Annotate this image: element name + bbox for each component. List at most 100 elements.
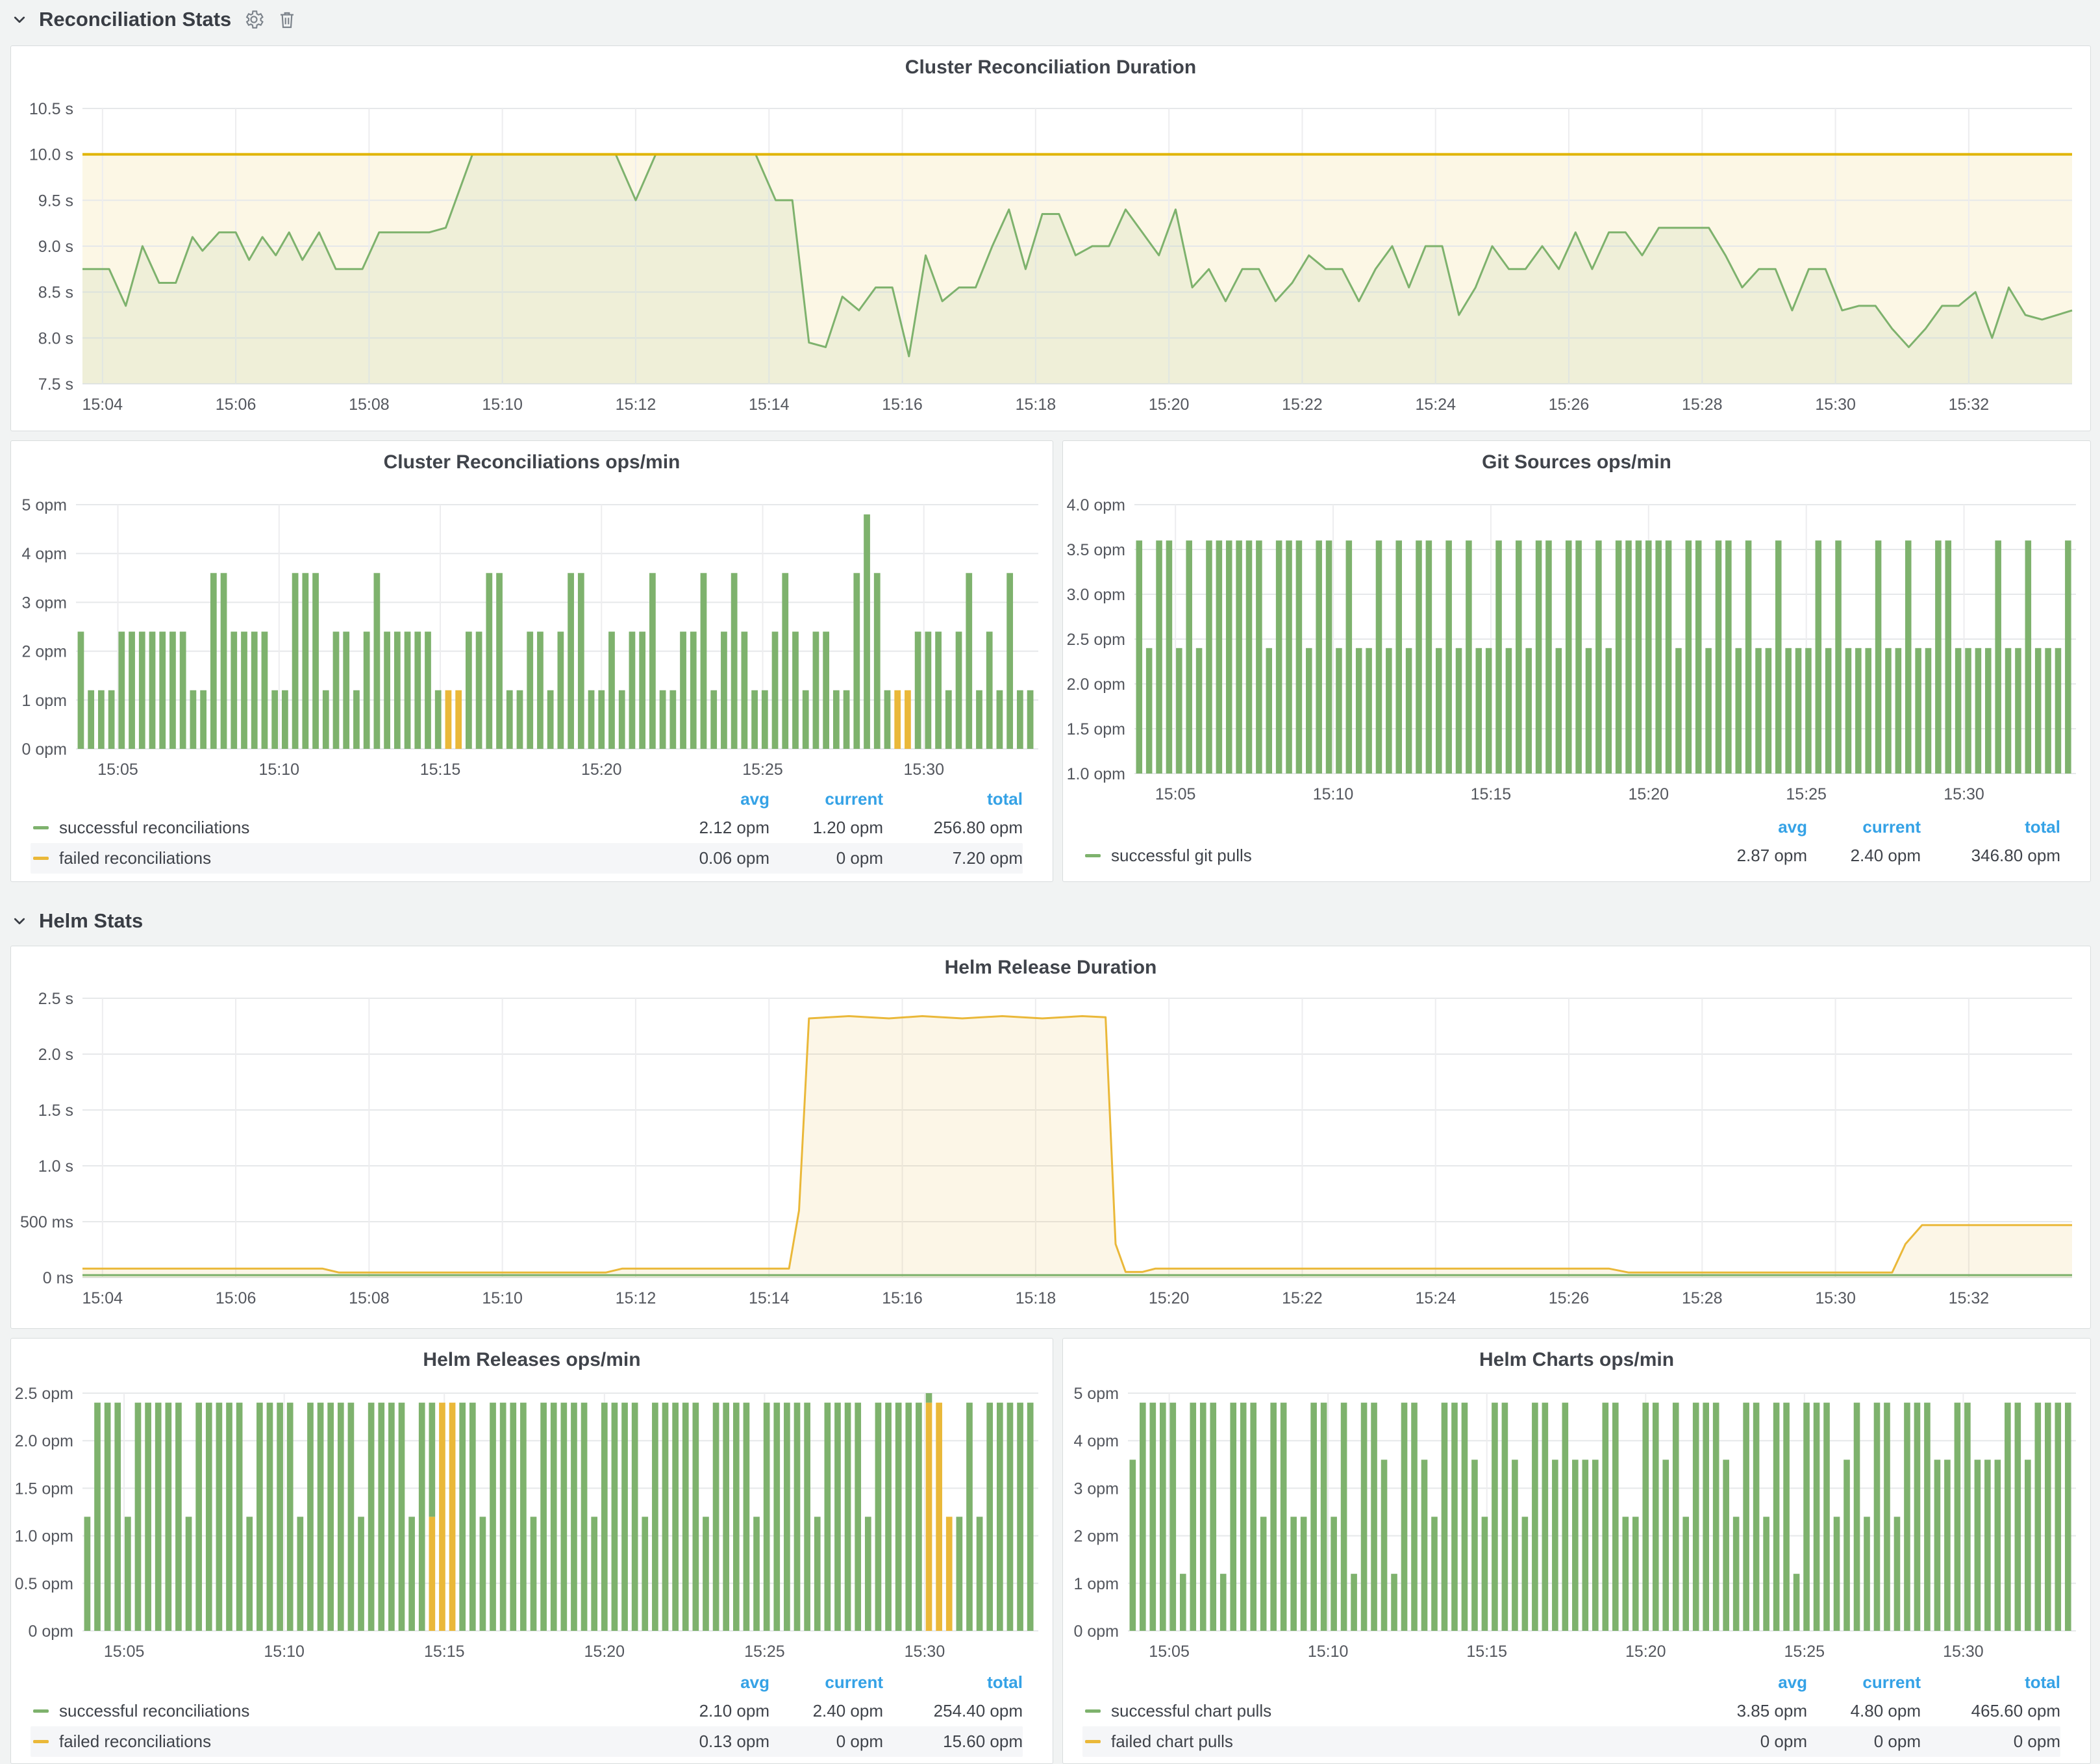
svg-text:15:12: 15:12: [616, 1289, 656, 1307]
svg-text:15:16: 15:16: [882, 396, 923, 414]
svg-text:9.0 s: 9.0 s: [38, 238, 73, 256]
svg-text:15:16: 15:16: [882, 1289, 923, 1307]
row-title[interactable]: Reconciliation Stats: [39, 8, 231, 31]
svg-text:15:05: 15:05: [1149, 1643, 1190, 1659]
legend-label[interactable]: failed reconciliations: [59, 1732, 656, 1752]
legend-current: 1.20 opm: [769, 818, 883, 838]
chart-cluster-reconciliations-opm[interactable]: 5 opm4 opm3 opm2 opm1 opm0 opm15:0515:10…: [11, 441, 1051, 779]
chart-helm-release-duration[interactable]: 2.5 s2.0 s1.5 s1.0 s500 ms0 ns15:0415:06…: [11, 946, 2089, 1327]
svg-text:15:08: 15:08: [349, 396, 390, 414]
legend-row: successful chart pulls 3.85 opm 4.80 opm…: [1082, 1696, 2060, 1726]
legend-label[interactable]: successful reconciliations: [59, 818, 656, 838]
panel-title[interactable]: Helm Releases ops/min: [11, 1349, 1053, 1371]
legend-avg: 0.13 opm: [656, 1732, 769, 1752]
legend-header-avg[interactable]: avg: [1694, 817, 1807, 837]
panel-title[interactable]: Git Sources ops/min: [1063, 451, 2090, 473]
legend-header-current[interactable]: current: [769, 789, 883, 809]
svg-text:15:28: 15:28: [1682, 396, 1723, 414]
svg-text:15:15: 15:15: [1466, 1643, 1507, 1659]
svg-text:15:25: 15:25: [744, 1643, 785, 1659]
chevron-down-icon[interactable]: [12, 12, 27, 27]
legend-header-total[interactable]: total: [1921, 817, 2060, 837]
series-dash: [33, 826, 49, 829]
svg-text:15:10: 15:10: [1313, 785, 1354, 802]
svg-text:15:18: 15:18: [1016, 396, 1056, 414]
legend-total: 346.80 opm: [1921, 846, 2060, 866]
svg-text:0.5 opm: 0.5 opm: [15, 1575, 73, 1593]
legend-header-total[interactable]: total: [883, 789, 1023, 809]
legend-label[interactable]: failed reconciliations: [59, 848, 656, 868]
legend-header: avg current total: [31, 785, 1023, 813]
svg-text:15:30: 15:30: [1943, 1643, 1984, 1659]
legend-row: successful reconciliations 2.10 opm 2.40…: [31, 1696, 1023, 1726]
svg-text:5 opm: 5 opm: [1074, 1385, 1119, 1403]
chart-helm-charts-opm[interactable]: 5 opm4 opm3 opm2 opm1 opm0 opm15:0515:10…: [1063, 1339, 2089, 1659]
legend-header-avg[interactable]: avg: [656, 1672, 769, 1693]
trash-icon[interactable]: [277, 9, 297, 30]
svg-text:15:22: 15:22: [1282, 1289, 1323, 1307]
legend-total: 465.60 opm: [1921, 1701, 2060, 1721]
legend-label[interactable]: successful chart pulls: [1111, 1701, 1694, 1721]
svg-text:15:24: 15:24: [1415, 396, 1456, 414]
legend-header-current[interactable]: current: [1807, 817, 1921, 837]
legend-header-avg[interactable]: avg: [1694, 1672, 1807, 1693]
svg-text:15:32: 15:32: [1949, 1289, 1990, 1307]
svg-text:0 ns: 0 ns: [43, 1269, 73, 1287]
panel-title[interactable]: Cluster Reconciliation Duration: [11, 57, 2090, 79]
chart-cluster-reconciliation-duration[interactable]: 10.5 s10.0 s9.5 s9.0 s8.5 s8.0 s7.5 s15:…: [11, 46, 2089, 429]
legend-label[interactable]: successful reconciliations: [59, 1701, 656, 1721]
svg-text:15:32: 15:32: [1949, 396, 1990, 414]
legend-header-current[interactable]: current: [1807, 1672, 1921, 1693]
svg-text:4.0 opm: 4.0 opm: [1067, 496, 1125, 514]
svg-text:15:25: 15:25: [1786, 785, 1827, 802]
svg-text:3 opm: 3 opm: [1074, 1480, 1119, 1498]
gear-icon[interactable]: [243, 8, 265, 31]
svg-text:15:22: 15:22: [1282, 396, 1323, 414]
svg-text:0 opm: 0 opm: [29, 1622, 73, 1641]
svg-text:3.5 opm: 3.5 opm: [1067, 541, 1125, 559]
svg-text:2 opm: 2 opm: [1074, 1528, 1119, 1546]
svg-text:15:10: 15:10: [264, 1643, 305, 1659]
chart-git-sources-opm[interactable]: 4.0 opm3.5 opm3.0 opm2.5 opm2.0 opm1.5 o…: [1063, 441, 2089, 802]
svg-text:3.0 opm: 3.0 opm: [1067, 586, 1125, 604]
svg-text:15:28: 15:28: [1682, 1289, 1723, 1307]
legend-label[interactable]: successful git pulls: [1111, 846, 1694, 866]
legend-header-avg[interactable]: avg: [656, 789, 769, 809]
svg-text:15:05: 15:05: [104, 1643, 145, 1659]
legend-total: 254.40 opm: [883, 1701, 1023, 1721]
legend-row: successful git pulls 2.87 opm 2.40 opm 3…: [1082, 840, 2060, 871]
legend-header-total[interactable]: total: [1921, 1672, 2060, 1693]
legend-row: failed reconciliations 0.13 opm 0 opm 15…: [31, 1726, 1023, 1757]
svg-text:15:06: 15:06: [216, 1289, 256, 1307]
legend-header-current[interactable]: current: [769, 1672, 883, 1693]
svg-text:7.5 s: 7.5 s: [38, 375, 73, 394]
panel-title[interactable]: Helm Charts ops/min: [1063, 1349, 2090, 1371]
svg-text:2.5 opm: 2.5 opm: [15, 1385, 73, 1403]
svg-text:9.5 s: 9.5 s: [38, 192, 73, 210]
legend-avg: 0 opm: [1694, 1732, 1807, 1752]
legend-label[interactable]: failed chart pulls: [1111, 1732, 1694, 1752]
svg-text:15:10: 15:10: [482, 1289, 523, 1307]
svg-text:15:10: 15:10: [1308, 1643, 1349, 1659]
svg-text:3 opm: 3 opm: [22, 594, 67, 612]
svg-text:4 opm: 4 opm: [1074, 1432, 1119, 1450]
legend-current: 4.80 opm: [1807, 1701, 1921, 1721]
legend-header-total[interactable]: total: [883, 1672, 1023, 1693]
svg-text:1.0 opm: 1.0 opm: [1067, 765, 1125, 783]
panel-title[interactable]: Cluster Reconciliations ops/min: [11, 451, 1053, 473]
svg-text:15:08: 15:08: [349, 1289, 390, 1307]
chart-helm-releases-opm[interactable]: 2.5 opm2.0 opm1.5 opm1.0 opm0.5 opm0 opm…: [11, 1339, 1051, 1659]
panel-title[interactable]: Helm Release Duration: [11, 957, 2090, 979]
svg-text:15:10: 15:10: [482, 396, 523, 414]
svg-text:8.5 s: 8.5 s: [38, 284, 73, 302]
panel-cluster-reconciliation-duration: 10.5 s10.0 s9.5 s9.0 s8.5 s8.0 s7.5 s15:…: [10, 45, 2091, 431]
chevron-down-icon[interactable]: [12, 913, 27, 929]
svg-text:2 opm: 2 opm: [22, 643, 67, 661]
svg-text:15:04: 15:04: [82, 1289, 123, 1307]
svg-text:15:10: 15:10: [259, 761, 300, 779]
row-title[interactable]: Helm Stats: [39, 909, 143, 933]
svg-text:15:15: 15:15: [420, 761, 461, 779]
legend-avg: 3.85 opm: [1694, 1701, 1807, 1721]
svg-text:4 opm: 4 opm: [22, 545, 67, 563]
grafana-dashboard: Reconciliation Stats 10.5 s10.0 s9.5 s9.…: [0, 0, 2100, 1764]
